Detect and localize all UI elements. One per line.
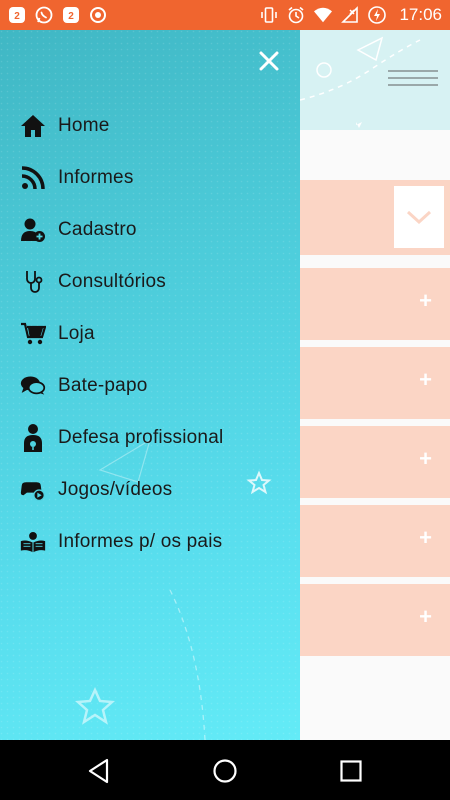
home-nav-button[interactable]: [212, 758, 238, 784]
home-icon: [20, 113, 46, 139]
hamburger-menu-button[interactable]: [388, 68, 438, 88]
menu-item-defesa-profissional[interactable]: Defesa profissional: [0, 412, 300, 464]
menu-item-consultorios[interactable]: Consultórios: [0, 256, 300, 308]
svg-text:2: 2: [14, 11, 20, 22]
rss-icon: [20, 165, 46, 191]
menu-item-loja[interactable]: Loja: [0, 308, 300, 360]
notification-icons: 2 2: [8, 6, 107, 24]
page-header: [300, 30, 450, 130]
add-user-icon: [20, 217, 46, 243]
close-icon: [259, 51, 279, 71]
menu-item-label: Home: [58, 115, 110, 136]
notification-badge-icon: 2: [8, 6, 26, 24]
cart-icon: [20, 321, 46, 347]
menu-item-label: Informes: [58, 167, 134, 188]
svg-text:2: 2: [68, 11, 74, 22]
menu-item-home[interactable]: Home: [0, 100, 300, 152]
system-navigation-bar: [0, 740, 450, 800]
parent-reading-icon: [20, 529, 46, 555]
main-page: + + + + +: [300, 30, 450, 740]
signal-icon: [341, 6, 359, 24]
home-circle-icon: [213, 759, 237, 783]
status-bar: 2 2 17:06: [0, 0, 450, 30]
doctor-icon: [20, 424, 46, 452]
expand-icon[interactable]: +: [419, 290, 432, 312]
alarm-icon: [287, 6, 305, 24]
record-icon: [89, 6, 107, 24]
menu-item-label: Informes p/ os pais: [58, 531, 223, 552]
menu-item-label: Cadastro: [58, 219, 137, 240]
back-button[interactable]: [86, 758, 112, 784]
accordion-row[interactable]: +: [300, 268, 450, 340]
notification-badge-icon: 2: [62, 6, 80, 24]
menu-item-label: Defesa profissional: [58, 427, 224, 448]
chevron-down-icon: [406, 210, 432, 225]
menu-item-informes[interactable]: Informes: [0, 152, 300, 204]
back-icon: [88, 758, 109, 784]
menu-item-informes-pais[interactable]: Informes p/ os pais: [0, 516, 300, 568]
menu-item-label: Loja: [58, 323, 95, 344]
drawer-menu: Home Informes Cadastro Consultórios Loja: [0, 100, 300, 568]
accordion-row[interactable]: +: [300, 426, 450, 498]
accordion-toggle-button[interactable]: [394, 186, 444, 248]
system-icons: 17:06: [260, 5, 442, 25]
expand-icon[interactable]: +: [419, 606, 432, 628]
accordion-row[interactable]: +: [300, 505, 450, 577]
menu-item-bate-papo[interactable]: Bate-papo: [0, 360, 300, 412]
whatsapp-icon: [35, 6, 53, 24]
wifi-icon: [314, 6, 333, 24]
clock: 17:06: [399, 5, 442, 24]
menu-item-jogos-videos[interactable]: Jogos/vídeos: [0, 464, 300, 516]
close-drawer-button[interactable]: [256, 48, 282, 74]
gamepad-video-icon: [20, 477, 46, 503]
chat-icon: [20, 373, 46, 399]
vibrate-icon: [260, 6, 278, 24]
menu-item-label: Jogos/vídeos: [58, 479, 173, 500]
stethoscope-icon: [20, 269, 46, 295]
accordion-row[interactable]: +: [300, 347, 450, 419]
recents-button[interactable]: [338, 758, 364, 784]
accordion-expanded: [300, 180, 450, 255]
menu-item-cadastro[interactable]: Cadastro: [0, 204, 300, 256]
navigation-drawer: Home Informes Cadastro Consultórios Loja: [0, 30, 300, 740]
expand-icon[interactable]: +: [419, 527, 432, 549]
accordion-row[interactable]: +: [300, 584, 450, 656]
recents-icon: [340, 760, 362, 782]
menu-item-label: Consultórios: [58, 271, 167, 292]
expand-icon[interactable]: +: [419, 448, 432, 470]
menu-item-label: Bate-papo: [58, 375, 148, 396]
expand-icon[interactable]: +: [419, 369, 432, 391]
battery-charging-icon: [368, 6, 387, 24]
